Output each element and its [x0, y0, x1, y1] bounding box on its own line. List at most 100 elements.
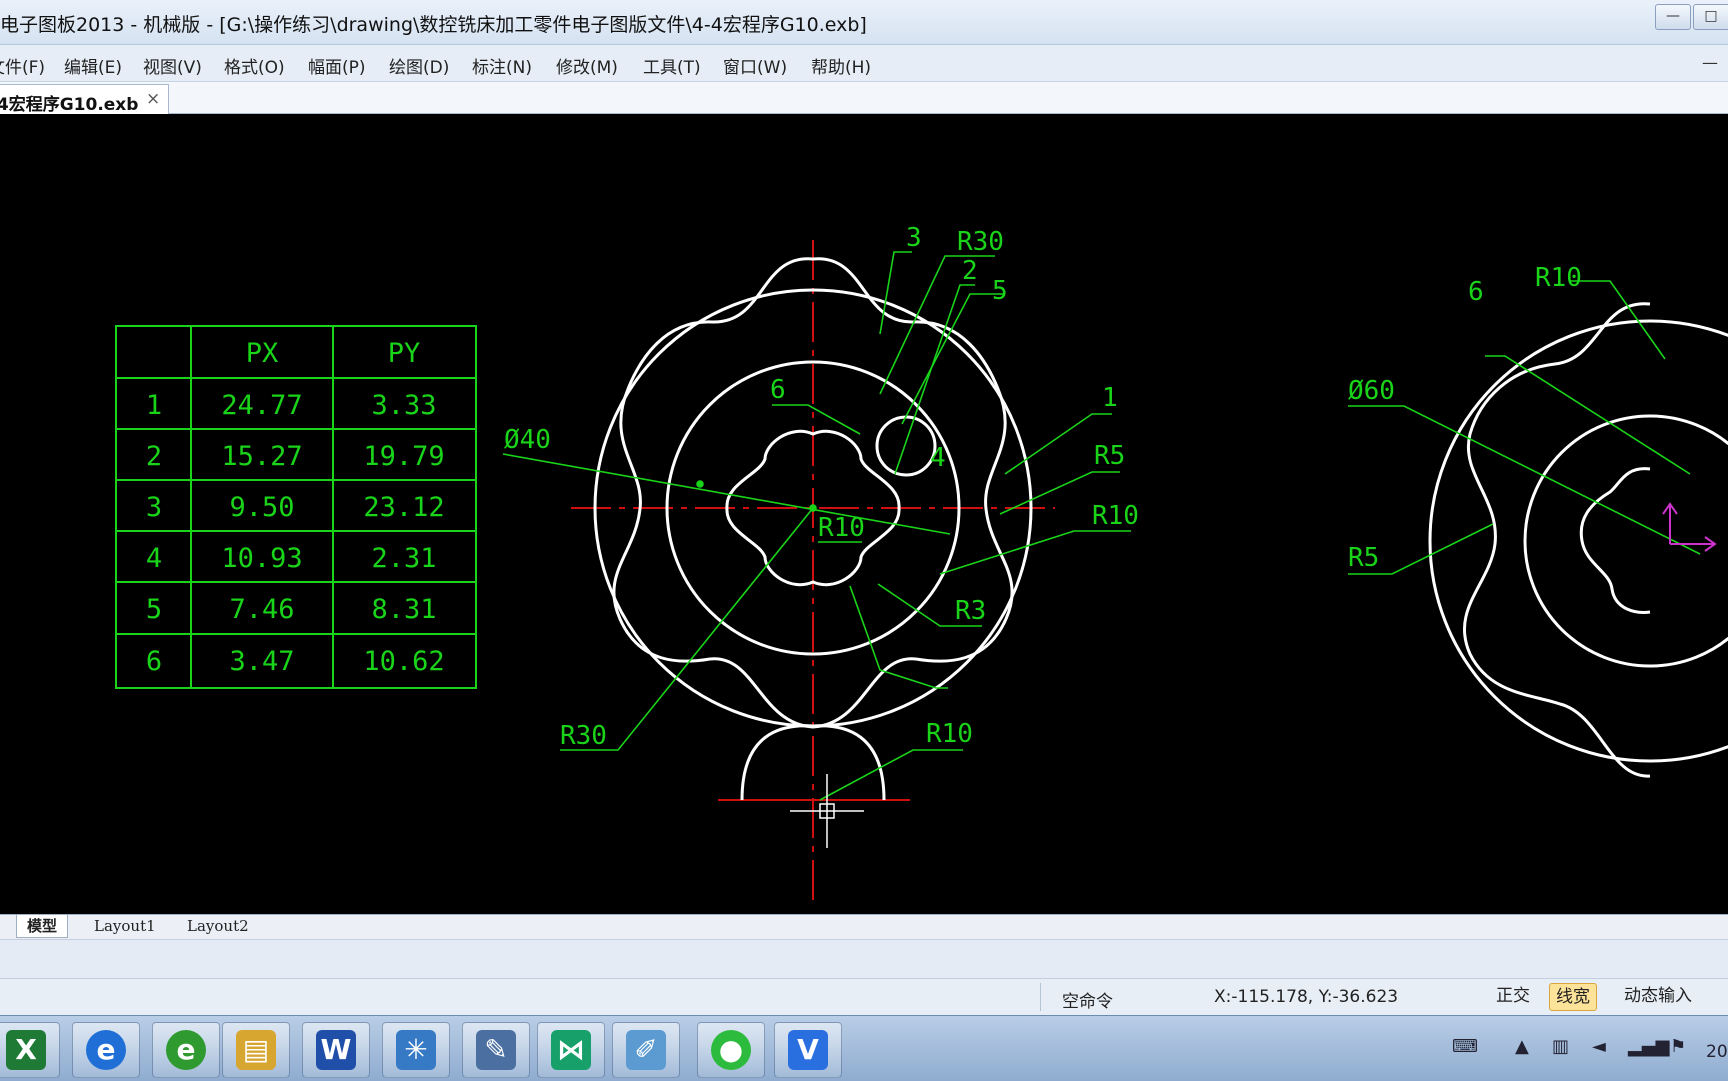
document-minimize-button[interactable]: — — [1702, 53, 1718, 72]
table-cell: 1 — [146, 390, 162, 421]
table-header-px: PX — [246, 338, 279, 369]
status-separator — [1040, 983, 1041, 1011]
taskbar-browser[interactable]: e — [152, 1022, 220, 1078]
menu-help[interactable]: 帮助(H) — [811, 53, 871, 78]
taskbar-excel[interactable]: X — [0, 1022, 60, 1078]
tab-layout1[interactable]: Layout1 — [84, 915, 166, 937]
table-cell: 4 — [146, 543, 162, 574]
minimize-button[interactable]: — — [1655, 4, 1691, 30]
drawing-canvas[interactable]: PX PY 1 24.77 3.33 2 15.27 19.79 3 9.50 … — [0, 114, 1728, 914]
command-line-area[interactable] — [0, 939, 1728, 978]
table-cell: 3 — [146, 492, 162, 523]
excel-icon: X — [6, 1030, 46, 1070]
dim-label-1: 1 — [1102, 383, 1118, 413]
dim-label-r10-center: R10 — [818, 513, 865, 543]
ortho-toggle[interactable]: 正交 — [1490, 983, 1536, 1009]
table-cell: 19.79 — [363, 441, 444, 472]
tab-model[interactable]: 模型 — [16, 915, 69, 938]
wechat-icon: ● — [711, 1030, 751, 1070]
right-dim-label-diameter-60: Ø60 — [1348, 376, 1395, 406]
layout-tab-bar: 模型 Layout1 Layout2 — [0, 914, 1728, 939]
table-cell: 3.33 — [371, 390, 436, 421]
dim-label-r10-bottom: R10 — [926, 719, 973, 749]
ucs-axis-icon — [1662, 502, 1717, 552]
dim-label-r10-right: R10 — [1092, 501, 1139, 531]
dim-label-r3: R3 — [955, 596, 986, 626]
menu-sheet[interactable]: 幅面(P) — [308, 53, 366, 78]
dim-label-6: 6 — [770, 375, 786, 405]
taskbar-wechat[interactable]: ● — [697, 1022, 765, 1078]
document-tab-bar: 4-4宏程序G10.exb × — [0, 82, 1728, 115]
dynamic-input-toggle[interactable]: 动态输入 — [1618, 983, 1698, 1009]
word-icon: W — [316, 1030, 356, 1070]
table-cell: 15.27 — [221, 441, 302, 472]
notepad-icon: ✐ — [626, 1030, 666, 1070]
table-cell: 8.31 — [371, 594, 436, 625]
search-tool-icon: ✳ — [396, 1030, 436, 1070]
keyboard-icon[interactable]: ⌨ — [1452, 1036, 1478, 1057]
taskbar-file-explorer[interactable]: ▤ — [222, 1022, 290, 1078]
line-width-toggle[interactable]: 线宽 — [1549, 983, 1597, 1011]
taskbar-word[interactable]: W — [302, 1022, 370, 1078]
mindmap-app-icon: ⋈ — [551, 1030, 591, 1070]
menu-view[interactable]: 视图(V) — [143, 53, 202, 78]
table-cell: 5 — [146, 594, 162, 625]
right-part-profile — [1428, 302, 1728, 778]
taskbar-notepad[interactable]: ✐ — [612, 1022, 680, 1078]
table-cell: 2.31 — [371, 543, 436, 574]
cad-drawing: PX PY 1 24.77 3.33 2 15.27 19.79 3 9.50 … — [115, 223, 1728, 904]
right-dim-label-r5: R5 — [1348, 543, 1379, 573]
taskbar-mindmap-app[interactable]: ⋈ — [537, 1022, 605, 1078]
volume-muted-icon[interactable]: ◄ — [1592, 1036, 1606, 1057]
taskbar-cad-app[interactable]: ✎ — [462, 1022, 530, 1078]
table-cell: 2 — [146, 441, 162, 472]
dim-label-diameter-40: Ø40 — [504, 425, 551, 455]
dim-label-r30-top: R30 — [957, 227, 1004, 257]
close-tab-icon[interactable]: × — [146, 89, 160, 109]
dim-label-3: 3 — [906, 223, 922, 253]
maximize-button[interactable]: □ — [1693, 4, 1728, 30]
menu-draw[interactable]: 绘图(D) — [389, 53, 449, 78]
clipboard-icon[interactable]: ▥ — [1552, 1036, 1569, 1057]
menu-format[interactable]: 格式(O) — [224, 53, 285, 78]
dim-label-r5: R5 — [1094, 441, 1125, 471]
dim-label-2: 2 — [962, 256, 978, 286]
table-cell: 7.46 — [229, 594, 294, 625]
action-center-icon[interactable]: ⚑ — [1670, 1036, 1686, 1057]
caxa-app-icon: V — [788, 1030, 828, 1070]
browser-icon: e — [166, 1030, 206, 1070]
menu-file[interactable]: 文件(F) — [0, 53, 45, 78]
menu-window[interactable]: 窗口(W) — [723, 53, 787, 78]
internet-explorer-icon: e — [86, 1030, 126, 1070]
clock-partial[interactable]: 20 — [1706, 1042, 1728, 1062]
document-tab[interactable]: 4-4宏程序G10.exb × — [0, 84, 169, 115]
taskbar: X e e ▤ W ✳ ✎ ⋈ ✐ ● V ⌨ ▲ ▥ ◄ ▂▄▆ ⚑ 20 — [0, 1015, 1728, 1081]
menu-bar: 文件(F) 编辑(E) 视图(V) 格式(O) 幅面(P) 绘图(D) 标注(N… — [0, 45, 1728, 82]
window-title: 电子图板2013 - 机械版 - [G:\操作练习\drawing\数控铣床加工… — [0, 14, 867, 36]
tab-layout2[interactable]: Layout2 — [177, 915, 259, 937]
table-header-py: PY — [388, 338, 421, 369]
table-cell: 10.93 — [221, 543, 302, 574]
table-cell: 24.77 — [221, 390, 302, 421]
centerlines — [571, 240, 1055, 904]
cursor-coordinates: X:-115.178, Y:-36.623 — [1214, 987, 1399, 1007]
table-cell: 6 — [146, 646, 162, 677]
menu-edit[interactable]: 编辑(E) — [64, 53, 122, 78]
table-cell: 10.62 — [363, 646, 444, 677]
menu-modify[interactable]: 修改(M) — [556, 53, 618, 78]
dim-label-5: 5 — [992, 276, 1008, 306]
show-hidden-icons-icon[interactable]: ▲ — [1515, 1036, 1529, 1057]
file-explorer-icon: ▤ — [236, 1030, 276, 1070]
status-bar: 空命令 X:-115.178, Y:-36.623 正交 线宽 动态输入 — [0, 978, 1728, 1015]
taskbar-search-tool[interactable]: ✳ — [382, 1022, 450, 1078]
network-icon[interactable]: ▂▄▆ — [1628, 1036, 1670, 1057]
taskbar-internet-explorer[interactable]: e — [72, 1022, 140, 1078]
cad-app-icon: ✎ — [476, 1030, 516, 1070]
menu-tools[interactable]: 工具(T) — [643, 53, 701, 78]
taskbar-caxa[interactable]: V — [774, 1022, 842, 1078]
dim-label-r30-bottom: R30 — [560, 721, 607, 751]
menu-dimension[interactable]: 标注(N) — [472, 53, 532, 78]
table-cell: 23.12 — [363, 492, 444, 523]
dim-label-4: 4 — [930, 443, 946, 473]
table-cell: 9.50 — [229, 492, 294, 523]
